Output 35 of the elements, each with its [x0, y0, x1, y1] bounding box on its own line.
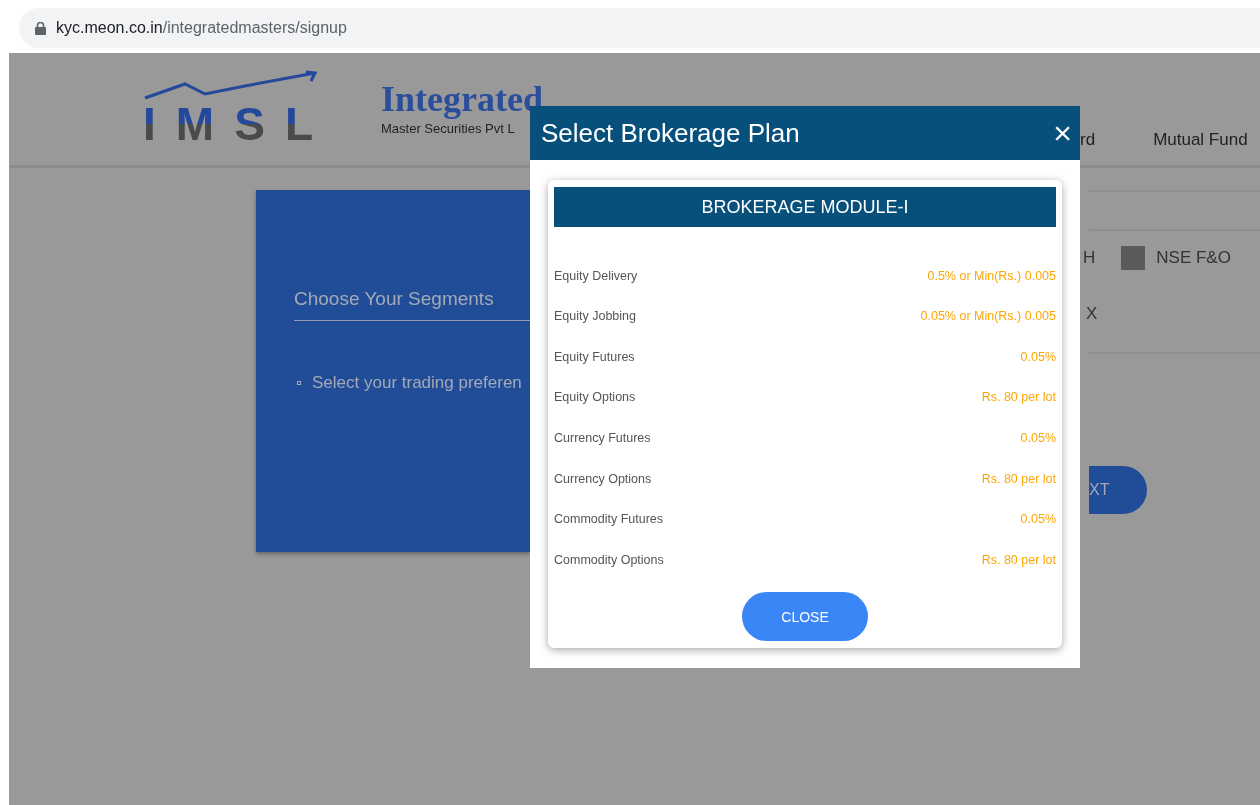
option-label: H	[1083, 248, 1096, 268]
address-bar[interactable]: kyc.meon.co.in/integratedmasters/signup	[19, 8, 1260, 48]
checkbox-label: NSE F&O	[1156, 248, 1231, 268]
fee-value: Rs. 80 per lot	[981, 390, 1056, 405]
fee-label: Equity Futures	[554, 349, 635, 364]
nav-link[interactable]: Mutual Fund	[1153, 130, 1248, 150]
fee-value: Rs. 80 per lot	[981, 471, 1056, 486]
fee-label: Equity Delivery	[554, 268, 638, 283]
plan-title: BROKERAGE MODULE-I	[554, 187, 1056, 228]
close-dialog-button[interactable]: CLOSE	[742, 592, 868, 641]
bullet-icon	[297, 381, 301, 385]
brand-subtitle: Master Securities Pvt L	[381, 121, 516, 136]
fee-label: Equity Options	[554, 390, 636, 405]
logo-drawing: IMSL	[125, 70, 325, 142]
fee-value: 0.05%	[1020, 349, 1056, 364]
fee-label: Equity Jobbing	[554, 309, 636, 324]
next-button[interactable]: XT	[1089, 466, 1147, 514]
bullet-text: Select your trading preferen	[312, 373, 522, 393]
trend-arrow-icon	[143, 70, 318, 100]
url-text: kyc.meon.co.in/integratedmasters/signup	[56, 19, 347, 37]
lock-icon	[35, 21, 46, 35]
option-label: X	[1086, 304, 1098, 324]
fee-label: Commodity Futures	[554, 512, 664, 527]
fee-label: Currency Options	[554, 471, 652, 486]
dialog-title: Select Brokerage Plan	[541, 117, 800, 149]
fee-value: 0.05%	[1020, 430, 1056, 445]
fee-value: 0.05%	[1020, 512, 1056, 527]
fee-label: Commodity Options	[554, 552, 664, 567]
close-button[interactable]: ×	[1049, 117, 1076, 150]
checkbox[interactable]	[1121, 246, 1146, 270]
fee-label: Currency Futures	[554, 430, 651, 445]
fee-value: Rs. 80 per lot	[981, 552, 1056, 567]
fee-value: 0.5% or Min(Rs.) 0.005	[927, 268, 1056, 283]
nav-link[interactable]: rd	[1080, 130, 1096, 150]
fee-value: 0.05% or Min(Rs.) 0.005	[920, 309, 1056, 324]
